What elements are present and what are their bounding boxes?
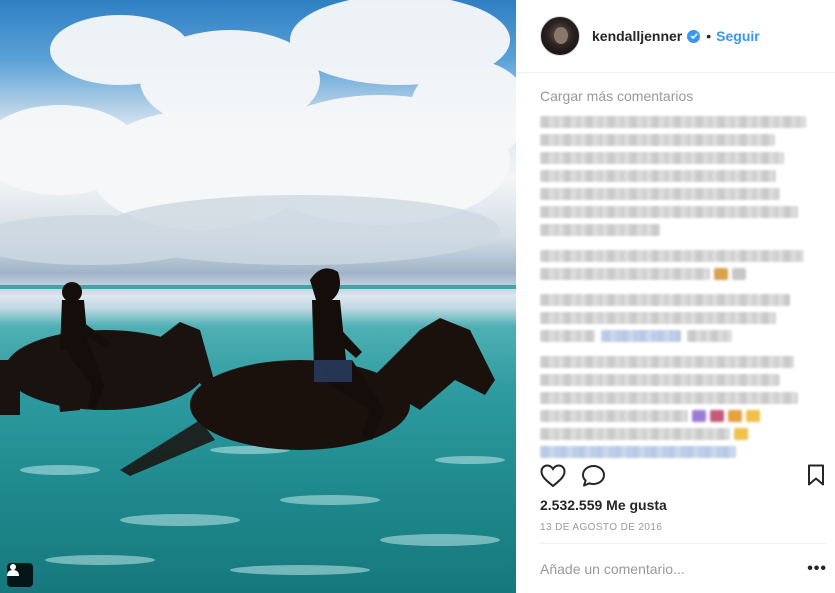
emoji-blot <box>692 410 706 422</box>
blurred-comment-line <box>540 410 688 422</box>
comment-item <box>540 294 815 342</box>
blurred-mention <box>540 446 736 458</box>
likes-count[interactable]: 2.532.559 Me gusta <box>540 497 667 513</box>
verified-badge-icon <box>687 29 701 43</box>
post-header: kendalljenner • Seguir <box>516 0 835 73</box>
blurred-comment-line <box>540 294 790 306</box>
blurred-comment-line <box>687 330 732 342</box>
emoji-blot <box>728 410 742 422</box>
follow-button[interactable]: Seguir <box>716 28 760 44</box>
blurred-comment-line <box>540 428 730 440</box>
comment-item <box>540 250 815 280</box>
blurred-comment-line <box>540 268 710 280</box>
blurred-comment-line <box>540 392 798 404</box>
emoji-blot <box>732 268 746 280</box>
post-actions <box>540 464 825 490</box>
blurred-mention <box>601 330 681 342</box>
emoji-blot <box>710 410 724 422</box>
comment-input[interactable] <box>540 560 780 577</box>
blurred-comment-line <box>540 330 595 342</box>
add-comment-bar: ••• <box>540 543 827 593</box>
blurred-comment-line <box>540 170 776 182</box>
emoji-blot <box>714 268 728 280</box>
post-date[interactable]: 13 de agosto de 2016 <box>540 522 662 533</box>
blurred-comment-line <box>540 116 806 128</box>
blurred-comment-line <box>540 224 660 236</box>
blurred-comment-line <box>540 312 776 324</box>
emoji-blot <box>734 428 748 440</box>
author-username[interactable]: kendalljenner <box>592 28 682 44</box>
blurred-comment-line <box>540 356 794 368</box>
speech-bubble-icon[interactable] <box>581 464 607 493</box>
avatar[interactable] <box>540 16 580 56</box>
emoji-blot <box>746 410 760 422</box>
comment-item <box>540 116 815 236</box>
post-photo[interactable] <box>0 0 516 593</box>
separator-dot: • <box>706 28 712 44</box>
blurred-comment-line <box>540 374 780 386</box>
blurred-comment-line <box>540 152 784 164</box>
comments-list: Cargar más comentarios <box>540 88 815 458</box>
comment-item <box>540 356 815 458</box>
blurred-comment-line <box>540 134 775 146</box>
post-details-panel: kendalljenner • Seguir Cargar más coment… <box>516 0 835 593</box>
load-more-comments-link[interactable]: Cargar más comentarios <box>540 88 815 104</box>
heart-icon[interactable] <box>540 464 566 493</box>
bookmark-icon[interactable] <box>807 464 825 491</box>
blurred-comment-line <box>540 250 804 262</box>
beach-horses-illustration <box>0 0 516 575</box>
more-options-button[interactable]: ••• <box>807 560 827 578</box>
user-tag-icon[interactable] <box>7 563 33 587</box>
blurred-comment-line <box>540 188 780 200</box>
blurred-comment-line <box>540 206 798 218</box>
